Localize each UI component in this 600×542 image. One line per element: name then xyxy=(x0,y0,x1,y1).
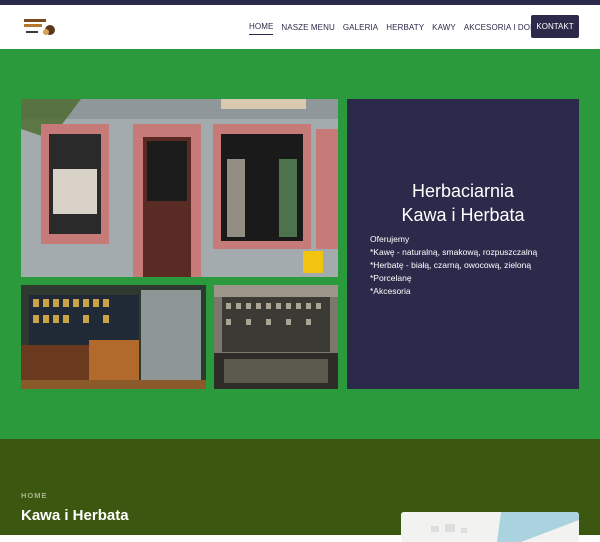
info-panel: Herbaciarnia Kawa i Herbata Oferujemy *K… xyxy=(347,99,579,389)
hero-title: Herbaciarnia Kawa i Herbata xyxy=(347,179,579,227)
nav-item-galeria[interactable]: GALERIA xyxy=(343,20,378,35)
hero-section: Herbaciarnia Kawa i Herbata Oferujemy *K… xyxy=(0,49,600,439)
site-logo[interactable] xyxy=(22,15,58,39)
shop-interior-photo xyxy=(21,285,206,389)
contact-button[interactable]: KONTAKT xyxy=(531,15,579,38)
page-header-section: HOME Kawa i Herbata xyxy=(0,439,600,542)
offer-item: *Akcesoria xyxy=(370,286,411,296)
page-title: Kawa i Herbata xyxy=(21,507,129,524)
nav-item-home[interactable]: HOME xyxy=(249,19,274,35)
offer-item: *Herbatę - białą, czarną, owocową, zielo… xyxy=(370,260,532,270)
offer-item: *Porcelanę xyxy=(370,273,412,283)
storefront-photo xyxy=(21,99,338,277)
hero-title-line1: Herbaciarnia xyxy=(411,181,515,201)
site-header: HOME NASZE MENU GALERIA HERBATY KAWY AKC… xyxy=(0,5,600,50)
offer-list: Oferujemy *Kawę - naturalną, smakową, ro… xyxy=(370,233,537,298)
nav-item-kawy[interactable]: KAWY xyxy=(432,20,456,35)
offer-heading: Oferujemy xyxy=(370,234,410,244)
main-nav: HOME NASZE MENU GALERIA HERBATY KAWY AKC… xyxy=(249,5,554,49)
location-map[interactable] xyxy=(401,512,579,542)
hero-title-line2: Kawa i Herbata xyxy=(401,205,525,225)
offer-item: *Kawę - naturalną, smakową, rozpuszczaln… xyxy=(370,247,538,257)
nav-item-nasze-menu[interactable]: NASZE MENU xyxy=(281,20,334,35)
breadcrumb[interactable]: HOME xyxy=(21,491,48,500)
vintage-interior-photo xyxy=(214,285,338,389)
nav-item-herbaty[interactable]: HERBATY xyxy=(386,20,424,35)
